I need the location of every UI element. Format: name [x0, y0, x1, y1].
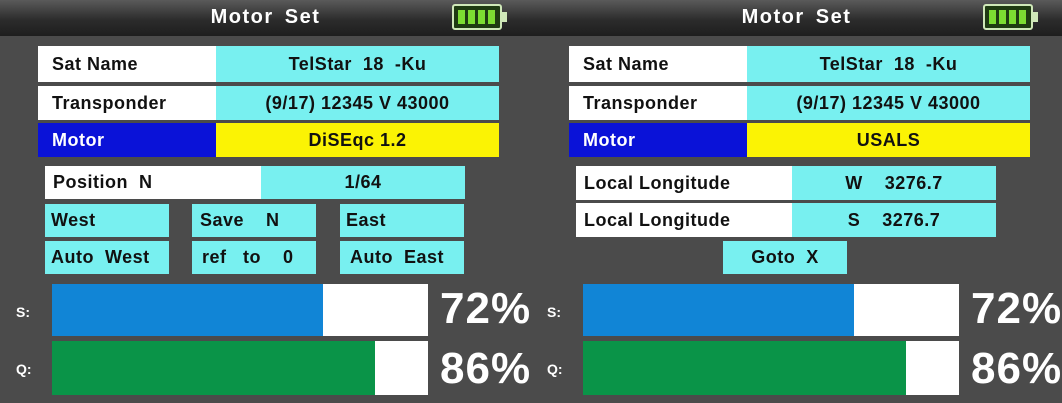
signal-strength-percent: 72% — [440, 284, 532, 333]
sat-name-value[interactable]: TelStar 18 -Ku — [216, 46, 499, 82]
signal-strength-bar — [583, 284, 959, 336]
local-latitude-value[interactable]: S 3276.7 — [792, 203, 996, 237]
save-button[interactable]: Save N — [192, 204, 316, 237]
motor-type-value[interactable]: USALS — [747, 123, 1030, 157]
signal-strength-fill — [52, 284, 323, 336]
screen-pair: Motor Set Sat Name TelStar 18 -Ku Transp… — [0, 0, 1062, 403]
west-button[interactable]: West — [45, 204, 169, 237]
signal-strength-bar — [52, 284, 428, 336]
transponder-value[interactable]: (9/17) 12345 V 43000 — [747, 86, 1030, 120]
battery-full-icon — [983, 4, 1041, 30]
signal-quality-fill — [52, 341, 376, 395]
signal-label: S: — [16, 304, 30, 320]
signal-quality-bar — [52, 341, 428, 395]
east-button[interactable]: East — [340, 204, 464, 237]
local-longitude-value[interactable]: W 3276.7 — [792, 166, 996, 200]
auto-west-button[interactable]: Auto West — [45, 241, 169, 274]
local-longitude-label: Local Longitude — [576, 166, 794, 200]
motor-type-value[interactable]: DiSEqc 1.2 — [216, 123, 499, 157]
signal-strength-fill — [583, 284, 854, 336]
transponder-label: Transponder — [38, 86, 218, 120]
transponder-label: Transponder — [569, 86, 749, 120]
signal-quality-percent: 86% — [440, 344, 532, 393]
position-label: Position N — [45, 166, 263, 199]
position-value[interactable]: 1/64 — [261, 166, 465, 199]
motor-set-panel-usals: Motor Set Sat Name TelStar 18 -Ku Transp… — [531, 0, 1062, 403]
ref-to-zero-button[interactable]: ref to 0 — [192, 241, 316, 274]
signal-quality-fill — [583, 341, 907, 395]
battery-full-icon — [452, 4, 510, 30]
sat-name-label: Sat Name — [569, 46, 749, 82]
title-bar: Motor Set — [0, 0, 531, 36]
signal-strength-percent: 72% — [971, 284, 1062, 333]
sat-name-value[interactable]: TelStar 18 -Ku — [747, 46, 1030, 82]
motor-label: Motor — [38, 123, 218, 157]
transponder-value[interactable]: (9/17) 12345 V 43000 — [216, 86, 499, 120]
auto-east-button[interactable]: Auto East — [340, 241, 464, 274]
motor-label: Motor — [569, 123, 749, 157]
title-bar: Motor Set — [531, 0, 1062, 36]
motor-set-panel-diseqc: Motor Set Sat Name TelStar 18 -Ku Transp… — [0, 0, 531, 403]
local-latitude-label: Local Longitude — [576, 203, 794, 237]
sat-name-label: Sat Name — [38, 46, 218, 82]
goto-x-button[interactable]: Goto X — [723, 241, 847, 274]
quality-label: Q: — [547, 361, 563, 377]
signal-quality-bar — [583, 341, 959, 395]
signal-quality-percent: 86% — [971, 344, 1062, 393]
signal-label: S: — [547, 304, 561, 320]
quality-label: Q: — [16, 361, 32, 377]
